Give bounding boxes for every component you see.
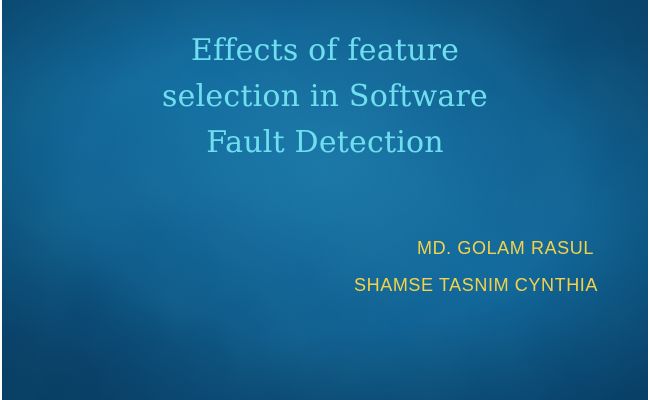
slide-title: Effects of feature selection in Software…	[2, 28, 648, 166]
author-name-2: SHAMSE TASNIM CYNTHIA	[354, 275, 598, 295]
title-line-2: selection in Software	[162, 79, 488, 114]
author-name-1: MD. GOLAM RASUL	[416, 238, 594, 258]
title-slide: Effects of feature selection in Software…	[2, 0, 648, 400]
title-line-1: Effects of feature	[190, 33, 460, 68]
title-line-3: Fault Detection	[206, 125, 444, 160]
